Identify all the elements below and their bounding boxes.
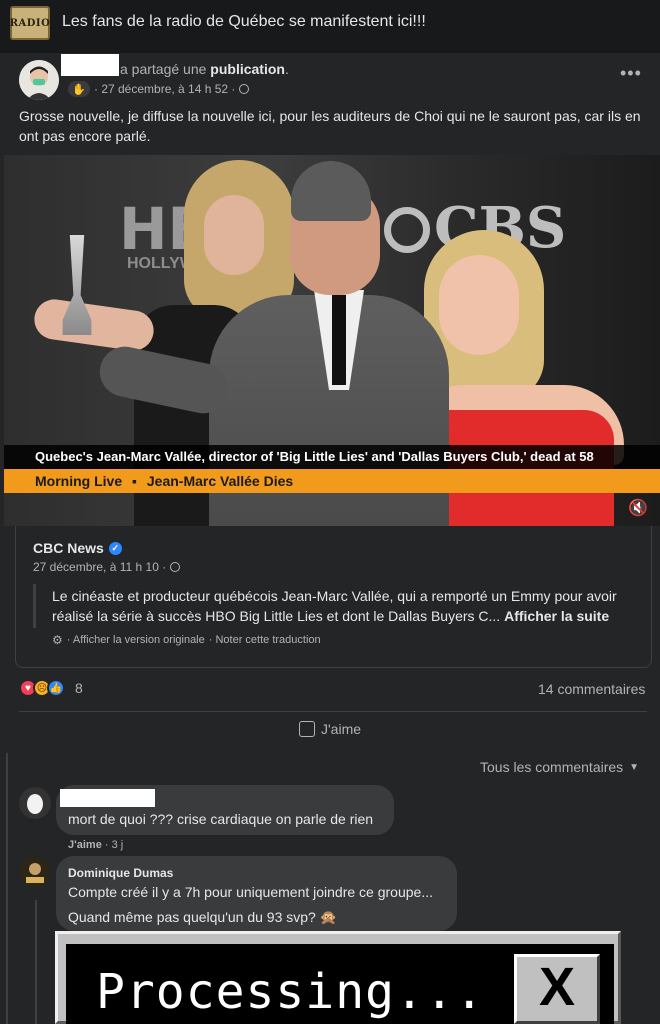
post-subline: ✋ · 27 décembre, à 14 h 52 · [68,81,250,97]
redacted-author-name [61,54,119,76]
group-header: RADIO Les fans de la radio de Québec se … [0,0,660,46]
speak-no-evil-monkey-icon: 🙊 [319,909,338,925]
gif-dialog-body: Processing... X [66,944,614,1024]
shared-page-name-row: CBC News ✓ [33,540,122,556]
comment-sort-dropdown[interactable]: Tous les commentaires ▼ [480,759,639,775]
person-left-face [204,195,264,275]
video-caption-bar: Morning Live ▪ Jean-Marc Vallée Dies [4,469,660,493]
wave-hand-icon: ✋ [68,81,90,97]
comment-sort-label: Tous les commentaires [480,759,624,775]
like-button[interactable]: J'aime [299,721,361,737]
verified-badge-icon: ✓ [108,541,122,555]
comment-actions: J'aime · 3 j [68,839,123,851]
comment-like-link[interactable]: J'aime [68,839,102,851]
processing-gif[interactable]: Processing... X [55,931,621,1024]
comment-count-link[interactable]: 14 commentaires [538,681,645,697]
backdrop-cbs-eye [384,207,430,253]
group-logo[interactable]: RADIO [10,6,50,40]
person-right-face [439,255,519,355]
dominique-avatar[interactable] [20,857,50,887]
action-divider [19,711,647,712]
reply-bubble: Dominique Dumas Compte créé il y a 7h po… [56,856,457,931]
shared-post-date-row: 27 décembre, à 11 h 10 · [33,560,181,574]
like-button-label: J'aime [321,721,362,737]
shared-post-timestamp[interactable]: 27 décembre, à 11 h 10 · [33,560,166,574]
reply-author-name[interactable]: Dominique Dumas [68,866,173,880]
post-timestamp[interactable]: · 27 décembre, à 14 h 52 · [94,82,235,96]
like-reaction-icon: 👍 [47,679,65,697]
shared-publication-link[interactable]: publication [210,61,285,77]
caption-show-name: Morning Live [35,473,123,489]
author-avatar[interactable] [19,60,59,100]
person-center-tie [332,295,346,385]
caption-topic: Jean-Marc Vallée Dies [146,473,294,489]
share-suffix: . [284,61,289,77]
translation-row: ⚙ · Afficher la version originale · Note… [52,633,321,647]
chevron-down-icon: ▼ [629,761,640,773]
post-share-line: a partagé une publication. [120,61,289,77]
translate-gear-icon[interactable]: ⚙ [52,633,63,647]
comment-avatar[interactable] [19,787,51,819]
post-card: a partagé une publication. ✋ · 27 décemb… [0,53,660,753]
view-original-link[interactable]: · Afficher la version originale [67,634,205,646]
more-options-icon[interactable]: ••• [620,63,642,84]
reply-text-line-2: Quand même pas quelqu'un du 93 svp? 🙊 [68,907,337,927]
comment-age[interactable]: · 3 j [105,839,123,851]
comments-section: Tous les commentaires ▼ mort de quoi ???… [0,753,660,1024]
profile-photo-icon [20,857,50,887]
shared-post-text: Le cinéaste et producteur québécois Jean… [52,586,642,626]
gif-processing-text: Processing... [96,964,485,1020]
comment-text: mort de quoi ??? crise cardiaque on parl… [68,811,374,827]
avatar-illustration [19,60,59,100]
redacted-commenter-name [60,789,155,807]
speaker-muted-icon[interactable]: 🔇 [628,498,648,518]
shared-page-name[interactable]: CBC News [33,540,104,556]
see-more-link[interactable]: Afficher la suite [504,608,609,624]
quote-bar [33,584,36,628]
caption-separator: ▪ [132,473,137,489]
egg-avatar-icon [19,787,51,819]
comments-left-rule [6,753,8,1024]
video-caption-headline: Quebec's Jean-Marc Vallée, director of '… [4,445,660,469]
gif-close-icon: X [514,954,600,1024]
shared-post-box[interactable]: CBC News ✓ 27 décembre, à 11 h 10 · Le c… [15,526,652,668]
group-title[interactable]: Les fans de la radio de Québec se manife… [62,13,426,31]
reply-thread-line [35,900,37,1024]
reply-text-line-1: Compte créé il y a 7h pour uniquement jo… [68,884,433,900]
thumbs-up-icon [299,721,315,737]
reaction-summary[interactable]: ♥ ☹ 👍 8 [19,679,83,697]
audience-globe-icon [239,84,250,94]
post-text: Grosse nouvelle, je diffuse la nouvelle … [19,108,641,144]
post-video[interactable]: HB HOLLYW CBS Quebec's Jean-Marc Vallée,… [4,155,660,526]
reply-question: Quand même pas quelqu'un du 93 svp? [68,909,316,925]
comment-bubble: mort de quoi ??? crise cardiaque on parl… [56,785,394,835]
reaction-count: 8 [75,680,83,696]
group-logo-text: RADIO [9,17,51,29]
share-prefix: a partagé une [120,61,211,77]
shared-audience-globe-icon [170,562,181,572]
rate-translation-link[interactable]: · Noter cette traduction [209,634,321,646]
